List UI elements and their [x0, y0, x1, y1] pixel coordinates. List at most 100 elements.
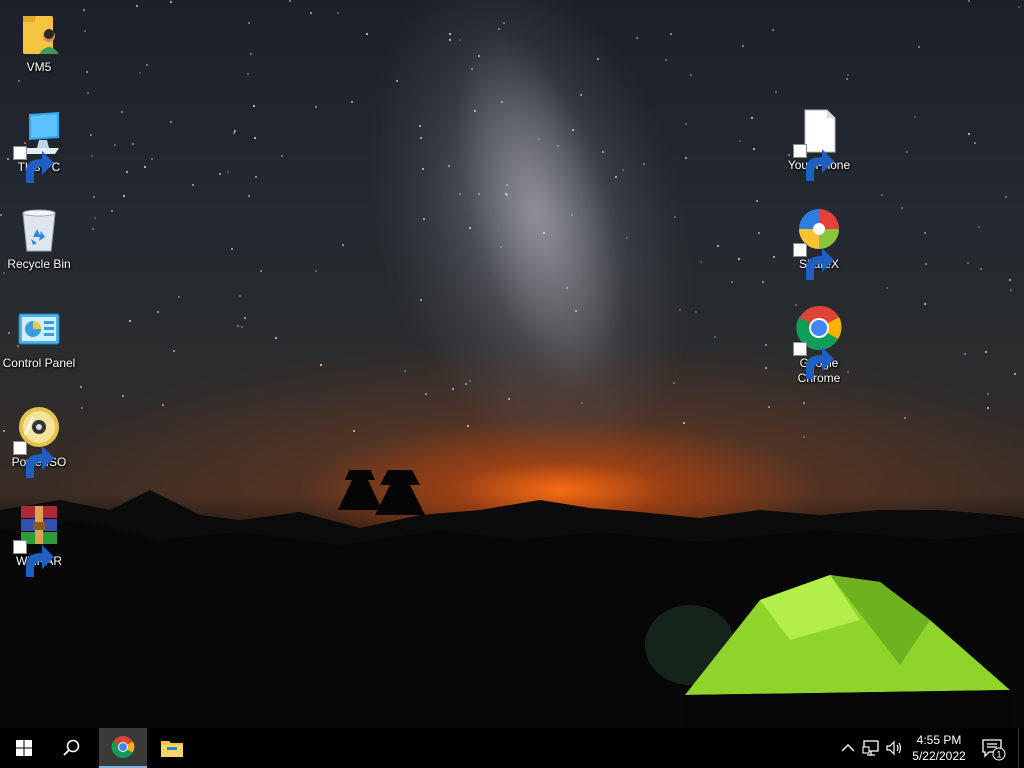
shortcut-arrow-icon [13, 540, 54, 577]
star [170, 1, 172, 3]
star [557, 145, 559, 147]
file-explorer-icon [161, 741, 183, 757]
star [881, 194, 883, 196]
star [597, 58, 599, 60]
star [738, 258, 740, 260]
star [636, 37, 638, 39]
search-icon [63, 739, 80, 756]
star [139, 72, 141, 74]
star [173, 350, 175, 352]
notification-count-badge: 1 [996, 750, 1001, 760]
star [86, 71, 88, 73]
start-button[interactable] [0, 728, 48, 768]
star [685, 157, 687, 159]
desktop-icon-sharex[interactable]: ShareX [780, 207, 858, 280]
star [967, 262, 969, 264]
shortcut-arrow-icon [13, 146, 54, 183]
star [768, 406, 770, 408]
star [423, 218, 425, 220]
desktop-icon-your-phone[interactable]: Your Phone [780, 108, 858, 181]
star [501, 101, 503, 103]
star [773, 256, 775, 258]
network-button[interactable] [861, 738, 881, 758]
star [219, 173, 221, 175]
star [93, 196, 95, 198]
star [772, 29, 774, 31]
windows-logo-icon [16, 740, 32, 756]
star [506, 194, 508, 196]
star [87, 92, 89, 94]
star [985, 351, 987, 353]
desktop-icon-vm5[interactable]: VM5 [0, 10, 78, 75]
star [248, 195, 250, 197]
star [136, 5, 138, 7]
star [114, 144, 116, 146]
star [670, 33, 672, 35]
network-icon [862, 740, 879, 756]
star [241, 326, 243, 328]
star [1018, 6, 1020, 8]
star [974, 142, 976, 144]
star [260, 270, 262, 272]
star [474, 110, 476, 112]
volume-button[interactable] [884, 738, 904, 758]
shortcut-arrow-icon [13, 441, 54, 478]
star [803, 436, 805, 438]
star [602, 151, 604, 153]
star [478, 193, 480, 195]
star [742, 45, 744, 47]
search-button[interactable] [48, 728, 96, 768]
star [901, 207, 903, 209]
desktop-icon-google-chrome[interactable]: Google Chrome [780, 306, 858, 386]
star [714, 336, 716, 338]
star [924, 232, 926, 234]
star [751, 117, 753, 119]
star [126, 171, 128, 173]
star [422, 168, 424, 170]
taskbar-file-explorer-button[interactable] [148, 728, 196, 768]
star [233, 132, 235, 134]
desktop-icon-recycle-bin[interactable]: Recycle Bin [0, 207, 78, 272]
star [449, 33, 451, 35]
star [237, 325, 239, 327]
star [471, 68, 473, 70]
star [83, 9, 85, 11]
desktop-icon-poweriso[interactable]: PowerISO [0, 405, 78, 478]
desktop-icon-this-pc[interactable]: This PC [0, 110, 78, 183]
show-hidden-icons-button[interactable] [838, 738, 858, 758]
desktop-icon-label: VM5 [26, 60, 52, 74]
star [420, 299, 422, 301]
star [3, 272, 5, 274]
star [980, 268, 982, 270]
star [91, 155, 93, 157]
system-clock[interactable]: 4:55 PM 5/22/2022 [905, 732, 973, 764]
star [452, 388, 454, 390]
blank-file-icon [793, 108, 843, 181]
star [129, 320, 131, 322]
shortcut-arrow-icon [793, 342, 834, 379]
star [626, 237, 628, 239]
taskbar-chrome-button[interactable] [99, 728, 147, 768]
star [121, 111, 123, 113]
star [239, 295, 241, 297]
star [18, 80, 20, 82]
show-desktop-button[interactable] [1018, 728, 1024, 768]
chevron-up-icon [841, 744, 855, 752]
star [756, 200, 758, 202]
clock-time: 4:55 PM [916, 733, 962, 747]
star [281, 155, 283, 157]
star [254, 137, 256, 139]
star [803, 402, 805, 404]
star [353, 430, 355, 432]
action-center-button[interactable]: 1 [980, 736, 1006, 762]
desktop-icon-winrar[interactable]: WinRAR [0, 504, 78, 577]
star [731, 281, 733, 283]
star [700, 261, 702, 263]
desktop-icon-control-panel[interactable]: Control Panel [0, 306, 78, 371]
star [250, 53, 252, 55]
star [227, 171, 229, 173]
star [178, 296, 180, 298]
star [1010, 289, 1012, 291]
star [846, 78, 848, 80]
star [448, 165, 450, 167]
